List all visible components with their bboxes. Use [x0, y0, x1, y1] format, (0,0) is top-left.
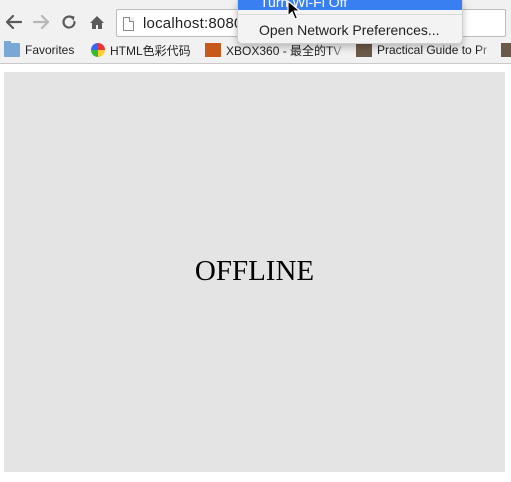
- wifi-dropdown-menu: Turn Wi-Fi Off Open Network Preferences.…: [237, 0, 463, 44]
- bookmark-label: HTML色彩代码: [110, 43, 191, 58]
- bookmark-favorites[interactable]: Favorites: [4, 41, 84, 59]
- menu-separator: [238, 14, 462, 15]
- offline-message: OFFLINE: [194, 255, 315, 287]
- menu-item-open-network-preferences[interactable]: Open Network Preferences...: [259, 22, 440, 38]
- bookmark-label: Practical Guide to Pr: [377, 43, 488, 57]
- home-icon[interactable]: [86, 11, 108, 33]
- folder-icon: [4, 41, 20, 57]
- menu-item-turn-wifi-off[interactable]: Turn Wi-Fi Off: [238, 0, 462, 10]
- book-icon: [356, 43, 372, 57]
- page-icon: [123, 17, 134, 31]
- back-icon[interactable]: [3, 11, 25, 33]
- color-wheel-icon: [91, 43, 105, 57]
- mouse-cursor-icon: [287, 0, 301, 20]
- xbox-site-icon: [205, 43, 221, 57]
- reload-icon[interactable]: [58, 11, 80, 33]
- bookmark-html-colors[interactable]: HTML色彩代码: [91, 41, 198, 59]
- bookmarks-overflow-icon[interactable]: [501, 41, 511, 59]
- bookmark-label: Favorites: [25, 43, 75, 57]
- url-text[interactable]: localhost:8080: [143, 15, 243, 32]
- bookmark-label: XBOX360 - 最全的TV: [226, 43, 342, 58]
- page-content: OFFLINE: [4, 72, 505, 472]
- forward-icon[interactable]: [30, 11, 52, 33]
- menu-item-label: Turn Wi-Fi Off: [260, 0, 348, 10]
